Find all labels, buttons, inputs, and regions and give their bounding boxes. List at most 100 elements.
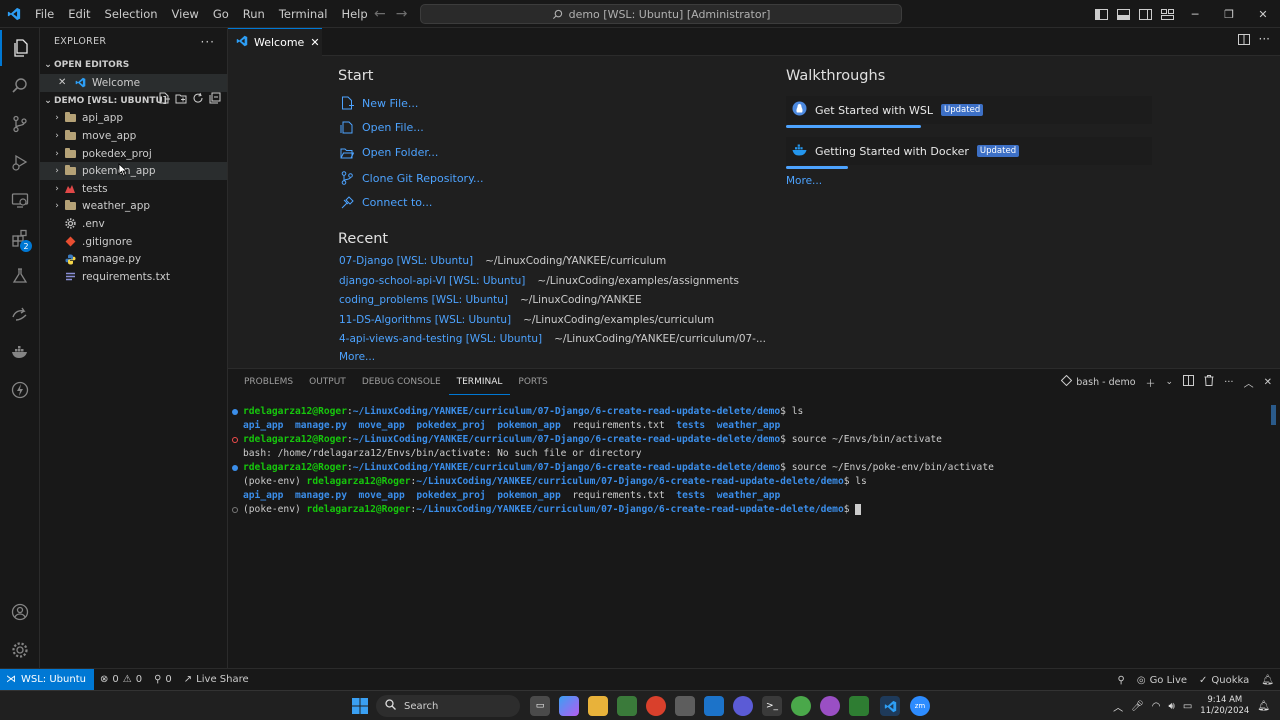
open-editor-item[interactable]: ✕ Welcome: [40, 74, 227, 92]
customize-layout-icon[interactable]: [1156, 0, 1178, 28]
tab-terminal[interactable]: TERMINAL: [448, 369, 511, 395]
connect-to-link[interactable]: Connect to...: [340, 196, 432, 209]
walkthrough-docker[interactable]: Getting Started with Docker Updated: [786, 137, 1152, 169]
forward-arrow-icon[interactable]: →: [396, 6, 408, 22]
zoom-app-icon[interactable]: zm: [910, 696, 930, 716]
recent-item-name[interactable]: 07-Django [WSL: Ubuntu]: [339, 255, 473, 267]
editor-more-actions-icon[interactable]: ···: [1259, 32, 1270, 46]
new-file-link[interactable]: New File...: [340, 96, 418, 110]
notification-bell-icon[interactable]: 🔔︎: [1257, 701, 1270, 712]
recent-more-link[interactable]: More...: [339, 351, 375, 363]
menu-go[interactable]: Go: [206, 0, 236, 28]
explorer-icon[interactable]: [0, 30, 40, 66]
toggle-panel-icon[interactable]: [1112, 0, 1134, 28]
close-tab-icon[interactable]: ✕: [310, 36, 319, 49]
menu-selection[interactable]: Selection: [98, 0, 165, 28]
zoom-icon[interactable]: ⚲: [1112, 675, 1131, 686]
source-control-icon[interactable]: [0, 106, 40, 142]
testing-icon[interactable]: [0, 258, 40, 294]
open-folder-link[interactable]: Open Folder...: [340, 146, 438, 159]
trash-icon[interactable]: [1204, 375, 1214, 389]
tree-item-folder[interactable]: › tests: [40, 180, 227, 198]
recent-item[interactable]: 11-DS-Algorithms [WSL: Ubuntu] ~/LinuxCo…: [339, 314, 714, 326]
quokka-button[interactable]: ✓ Quokka: [1193, 675, 1255, 686]
restore-button[interactable]: ❐: [1212, 0, 1246, 28]
tree-item-file[interactable]: .env: [40, 215, 227, 233]
go-live-button[interactable]: ◎ Go Live: [1131, 675, 1193, 686]
store-icon[interactable]: [675, 696, 695, 716]
workspace-header[interactable]: ⌄ DEMO [WSL: UBUNTU]: [40, 92, 227, 110]
maximize-panel-icon[interactable]: ︿: [1244, 375, 1254, 390]
open-file-link[interactable]: Open File...: [340, 121, 424, 134]
search-sidebar-icon[interactable]: [0, 68, 40, 104]
close-panel-icon[interactable]: ✕: [1264, 377, 1272, 388]
media-player-icon[interactable]: [733, 696, 753, 716]
close-window-button[interactable]: ✕: [1246, 0, 1280, 28]
collapse-all-icon[interactable]: [209, 92, 221, 111]
live-share-button[interactable]: ↗ Live Share: [178, 674, 255, 685]
recent-item[interactable]: django-school-api-VI [WSL: Ubuntu] ~/Lin…: [339, 275, 739, 287]
menu-terminal[interactable]: Terminal: [272, 0, 335, 28]
run-debug-icon[interactable]: [0, 144, 40, 180]
new-file-icon[interactable]: [158, 92, 170, 111]
recent-item[interactable]: coding_problems [WSL: Ubuntu] ~/LinuxCod…: [339, 294, 642, 306]
terminal-output[interactable]: rdelagarza12@Roger:~/LinuxCoding/YANKEE/…: [228, 405, 1268, 517]
split-editor-icon[interactable]: [1238, 34, 1250, 48]
terminal-scrollbar[interactable]: [1271, 405, 1276, 425]
nvidia-icon[interactable]: [617, 696, 637, 716]
toggle-sidebar-icon[interactable]: [1090, 0, 1112, 28]
tree-item-file[interactable]: .gitignore: [40, 233, 227, 251]
tab-ports[interactable]: PORTS: [510, 369, 555, 395]
clone-repo-link[interactable]: Clone Git Repository...: [340, 171, 484, 185]
recent-item[interactable]: 4-api-views-and-testing [WSL: Ubuntu] ~/…: [339, 333, 766, 345]
toggle-secondary-sidebar-icon[interactable]: [1134, 0, 1156, 28]
windows-start-icon[interactable]: [350, 696, 370, 716]
chevron-up-icon[interactable]: ︿: [1113, 699, 1123, 714]
notifications-bell-icon[interactable]: 🔔︎: [1255, 675, 1280, 686]
walkthroughs-more-link[interactable]: More...: [786, 175, 822, 187]
recent-item[interactable]: 07-Django [WSL: Ubuntu] ~/LinuxCoding/YA…: [339, 255, 666, 267]
command-center[interactable]: demo [WSL: Ubuntu] [Administrator]: [420, 4, 902, 24]
menu-file[interactable]: File: [28, 0, 61, 28]
wifi-icon[interactable]: ◠: [1152, 701, 1161, 712]
back-arrow-icon[interactable]: ←: [374, 6, 386, 22]
extensions-icon[interactable]: 2: [0, 220, 40, 256]
chrome-profile-icon[interactable]: [791, 696, 811, 716]
tree-item-file[interactable]: manage.py: [40, 250, 227, 268]
terminal-selector[interactable]: bash - demo: [1061, 374, 1136, 389]
live-share-icon[interactable]: [0, 296, 40, 332]
file-explorer-icon[interactable]: [588, 696, 608, 716]
volume-icon[interactable]: 🔊︎: [1169, 701, 1175, 712]
close-icon[interactable]: ✕: [58, 77, 72, 88]
remote-indicator[interactable]: ⋊ WSL: Ubuntu: [0, 668, 94, 691]
menu-edit[interactable]: Edit: [61, 0, 97, 28]
recent-item-name[interactable]: coding_problems [WSL: Ubuntu]: [339, 294, 508, 306]
ports-indicator[interactable]: ⚲ 0: [148, 674, 178, 685]
recent-item-name[interactable]: django-school-api-VI [WSL: Ubuntu]: [339, 275, 525, 287]
open-editors-header[interactable]: ⌄ OPEN EDITORS: [40, 56, 227, 74]
tab-welcome[interactable]: Welcome ✕: [228, 28, 322, 56]
settings-gear-icon[interactable]: [0, 632, 40, 668]
menu-run[interactable]: Run: [236, 0, 272, 28]
slack-icon[interactable]: [820, 696, 840, 716]
tab-debug-console[interactable]: DEBUG CONSOLE: [354, 369, 449, 395]
lightning-icon[interactable]: [0, 372, 40, 408]
refresh-icon[interactable]: [192, 92, 204, 111]
docker-icon[interactable]: [0, 334, 40, 370]
notepad-icon[interactable]: [849, 696, 869, 716]
tree-item-folder[interactable]: › api_app: [40, 110, 227, 128]
remote-explorer-icon[interactable]: [0, 182, 40, 218]
terminal-app-icon[interactable]: >_: [762, 696, 782, 716]
task-view-icon[interactable]: ▭: [530, 696, 550, 716]
new-folder-icon[interactable]: [175, 92, 187, 111]
tree-item-file[interactable]: requirements.txt: [40, 268, 227, 286]
battery-icon[interactable]: ▭: [1183, 701, 1192, 712]
chevron-down-icon[interactable]: ⌄: [1166, 377, 1174, 387]
menu-view[interactable]: View: [165, 0, 206, 28]
recent-item-name[interactable]: 11-DS-Algorithms [WSL: Ubuntu]: [339, 314, 511, 326]
chrome-icon[interactable]: [646, 696, 666, 716]
tree-item-folder[interactable]: › move_app: [40, 127, 227, 145]
tree-item-folder[interactable]: › pokedex_proj: [40, 145, 227, 163]
vscode-taskbar-icon[interactable]: [880, 696, 900, 716]
walkthrough-wsl[interactable]: Get Started with WSL Updated: [786, 96, 1152, 128]
